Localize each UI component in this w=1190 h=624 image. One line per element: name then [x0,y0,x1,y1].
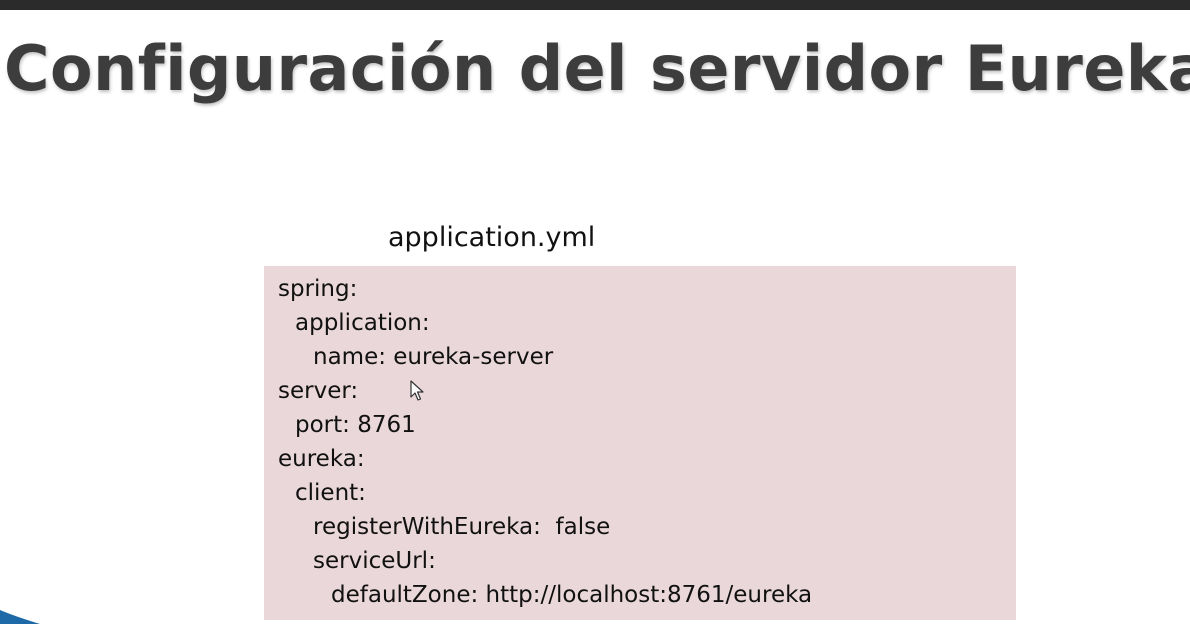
code-line: serviceUrl: [313,548,436,574]
slide-title: Configuración del servidor Eureka [4,32,1190,105]
code-line: client: [295,480,366,506]
code-line: registerWithEureka: false [313,514,611,540]
code-line: defaultZone: http://localhost:8761/eurek… [331,582,813,608]
code-line: name: eureka-server [313,344,554,370]
mouse-pointer-icon [410,380,424,401]
code-line: eureka: [278,446,365,472]
code-line: port: 8761 [295,412,416,438]
file-name-label: application.yml [388,222,596,253]
code-line: server: [278,378,359,404]
top-bar [0,0,1190,10]
code-block: spring: application: name: eureka-server… [264,266,1016,620]
code-line: application: [295,310,430,336]
code-line: spring: [278,276,358,302]
corner-accent [0,610,40,624]
